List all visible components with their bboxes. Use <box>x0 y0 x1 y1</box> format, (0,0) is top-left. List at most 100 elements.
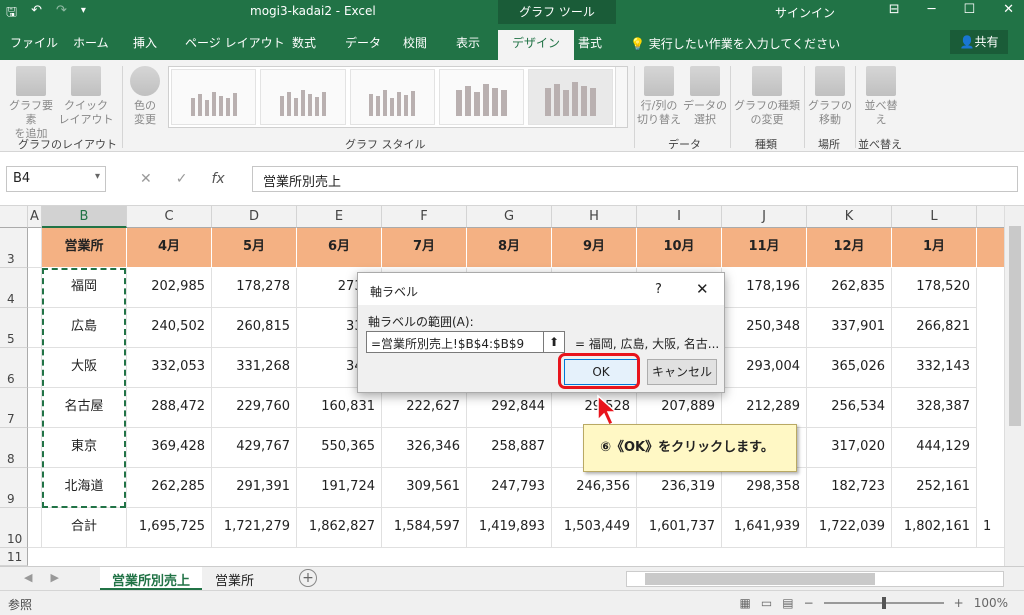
cell-c5[interactable]: 240,502 <box>127 308 212 348</box>
cell-l3[interactable]: 1月 <box>892 228 977 268</box>
insert-function-icon[interactable]: fx <box>211 171 224 187</box>
cell-l9[interactable]: 252,161 <box>892 468 977 508</box>
cell-l4[interactable]: 178,520 <box>892 268 977 308</box>
column-header-m[interactable] <box>977 206 1007 228</box>
normal-view-icon[interactable]: ▦ <box>740 596 751 610</box>
close-icon[interactable]: ✕ <box>1003 2 1014 17</box>
redo-icon[interactable]: ↷ <box>56 3 67 25</box>
column-header-a[interactable]: A <box>28 206 42 228</box>
cell-h9[interactable]: 246,356 <box>552 468 637 508</box>
cell-c9[interactable]: 262,285 <box>127 468 212 508</box>
cell-b4[interactable]: 福岡 <box>42 268 127 308</box>
cell-k10[interactable]: 1,722,039 <box>807 508 892 548</box>
cell-k7[interactable]: 256,534 <box>807 388 892 428</box>
cell-g3[interactable]: 8月 <box>467 228 552 268</box>
name-box[interactable]: B4 <box>6 166 106 192</box>
cell-a10[interactable] <box>28 508 42 548</box>
cell-j10[interactable]: 1,641,939 <box>722 508 807 548</box>
cell-i10[interactable]: 1,601,737 <box>637 508 722 548</box>
tab-file[interactable]: ファイル <box>10 34 58 51</box>
row-header-10[interactable]: 10 <box>0 508 28 548</box>
cell-b10[interactable]: 合計 <box>42 508 127 548</box>
cell-a6[interactable] <box>28 348 42 388</box>
minimize-icon[interactable]: ─ <box>928 2 936 17</box>
cell-g8[interactable]: 258,887 <box>467 428 552 468</box>
cell-k4[interactable]: 262,835 <box>807 268 892 308</box>
cell-d4[interactable]: 178,278 <box>212 268 297 308</box>
cell-g7[interactable]: 292,844 <box>467 388 552 428</box>
help-icon[interactable]: ? <box>655 282 662 297</box>
cell-a7[interactable] <box>28 388 42 428</box>
change-chart-type-button[interactable]: グラフの種類 の変更 <box>734 66 800 127</box>
formula-input[interactable]: 営業所別売上 <box>252 166 1018 192</box>
column-header-e[interactable]: E <box>297 206 382 228</box>
cell-d5[interactable]: 260,815 <box>212 308 297 348</box>
cell-i7[interactable]: 207,889 <box>637 388 722 428</box>
select-all-corner[interactable] <box>0 206 28 228</box>
sheet-tab-office[interactable]: 営業所 <box>203 567 266 590</box>
chart-style-2[interactable] <box>260 69 346 125</box>
cell-a9[interactable] <box>28 468 42 508</box>
cell-c8[interactable]: 369,428 <box>127 428 212 468</box>
cell-c3[interactable]: 4月 <box>127 228 212 268</box>
cell-b9[interactable]: 北海道 <box>42 468 127 508</box>
chart-style-4[interactable] <box>438 69 525 125</box>
cell-c7[interactable]: 288,472 <box>127 388 212 428</box>
select-data-button[interactable]: データの 選択 <box>682 66 728 127</box>
vertical-scrollbar[interactable] <box>1004 206 1024 566</box>
zoom-out-icon[interactable]: − <box>804 596 814 610</box>
column-header-f[interactable]: F <box>382 206 467 228</box>
next-sheet-icon[interactable]: ▶ <box>50 571 58 584</box>
cell-a5[interactable] <box>28 308 42 348</box>
tab-insert[interactable]: 挿入 <box>133 34 157 51</box>
cell-c10[interactable]: 1,695,725 <box>127 508 212 548</box>
cell-k6[interactable]: 365,026 <box>807 348 892 388</box>
cancel-button[interactable]: キャンセル <box>647 359 717 385</box>
add-sheet-icon[interactable]: + <box>299 569 317 587</box>
cell-m3[interactable] <box>977 228 1007 268</box>
gallery-scroll[interactable] <box>615 67 627 127</box>
column-header-c[interactable]: C <box>127 206 212 228</box>
sheet-tab-sales-by-office[interactable]: 営業所別売上 <box>100 567 203 590</box>
row-header-6[interactable]: 6 <box>0 348 28 388</box>
sort-button[interactable]: 並べ替 え <box>858 66 904 127</box>
row-header-9[interactable]: 9 <box>0 468 28 508</box>
row-header-11[interactable]: 11 <box>0 548 28 566</box>
zoom-slider[interactable] <box>823 597 944 609</box>
cell-d7[interactable]: 229,760 <box>212 388 297 428</box>
share-button[interactable]: 👤共有 <box>950 30 1008 54</box>
cell-d8[interactable]: 429,767 <box>212 428 297 468</box>
cell-j9[interactable]: 298,358 <box>722 468 807 508</box>
tab-design[interactable]: デザイン <box>498 30 575 60</box>
horizontal-scrollbar[interactable] <box>626 571 1004 587</box>
cell-d10[interactable]: 1,721,279 <box>212 508 297 548</box>
cell-f3[interactable]: 7月 <box>382 228 467 268</box>
column-header-b[interactable]: B <box>42 206 127 228</box>
tab-formulas[interactable]: 数式 <box>292 34 316 51</box>
ribbon-display-icon[interactable]: ⊟ <box>889 2 900 17</box>
cell-a3[interactable] <box>28 228 42 268</box>
cell-m10[interactable]: 1 <box>977 508 1007 548</box>
cell-h7[interactable]: 29 528 <box>552 388 637 428</box>
cell-c6[interactable]: 332,053 <box>127 348 212 388</box>
cell-k8[interactable]: 317,020 <box>807 428 892 468</box>
tab-home[interactable]: ホーム <box>73 34 109 51</box>
customize-qat-icon[interactable]: ▾ <box>81 5 86 25</box>
cell-k3[interactable]: 12月 <box>807 228 892 268</box>
cell-j4[interactable]: 178,196 <box>722 268 807 308</box>
cell-h3[interactable]: 9月 <box>552 228 637 268</box>
cell-j3[interactable]: 11月 <box>722 228 807 268</box>
cell-i9[interactable]: 236,319 <box>637 468 722 508</box>
cell-g10[interactable]: 1,419,893 <box>467 508 552 548</box>
axis-range-input[interactable]: =営業所別売上!$B$4:$B$9 <box>366 331 544 353</box>
column-header-d[interactable]: D <box>212 206 297 228</box>
column-header-k[interactable]: K <box>807 206 892 228</box>
tell-me-box[interactable]: 💡 実行したい作業を入力してください <box>630 35 840 52</box>
cell-f8[interactable]: 326,346 <box>382 428 467 468</box>
cell-b3[interactable]: 営業所 <box>42 228 127 268</box>
page-break-view-icon[interactable]: ▤ <box>782 596 793 610</box>
cell-f7[interactable]: 222,627 <box>382 388 467 428</box>
column-header-i[interactable]: I <box>637 206 722 228</box>
cancel-icon[interactable]: ✕ <box>140 171 152 187</box>
cell-j5[interactable]: 250,348 <box>722 308 807 348</box>
